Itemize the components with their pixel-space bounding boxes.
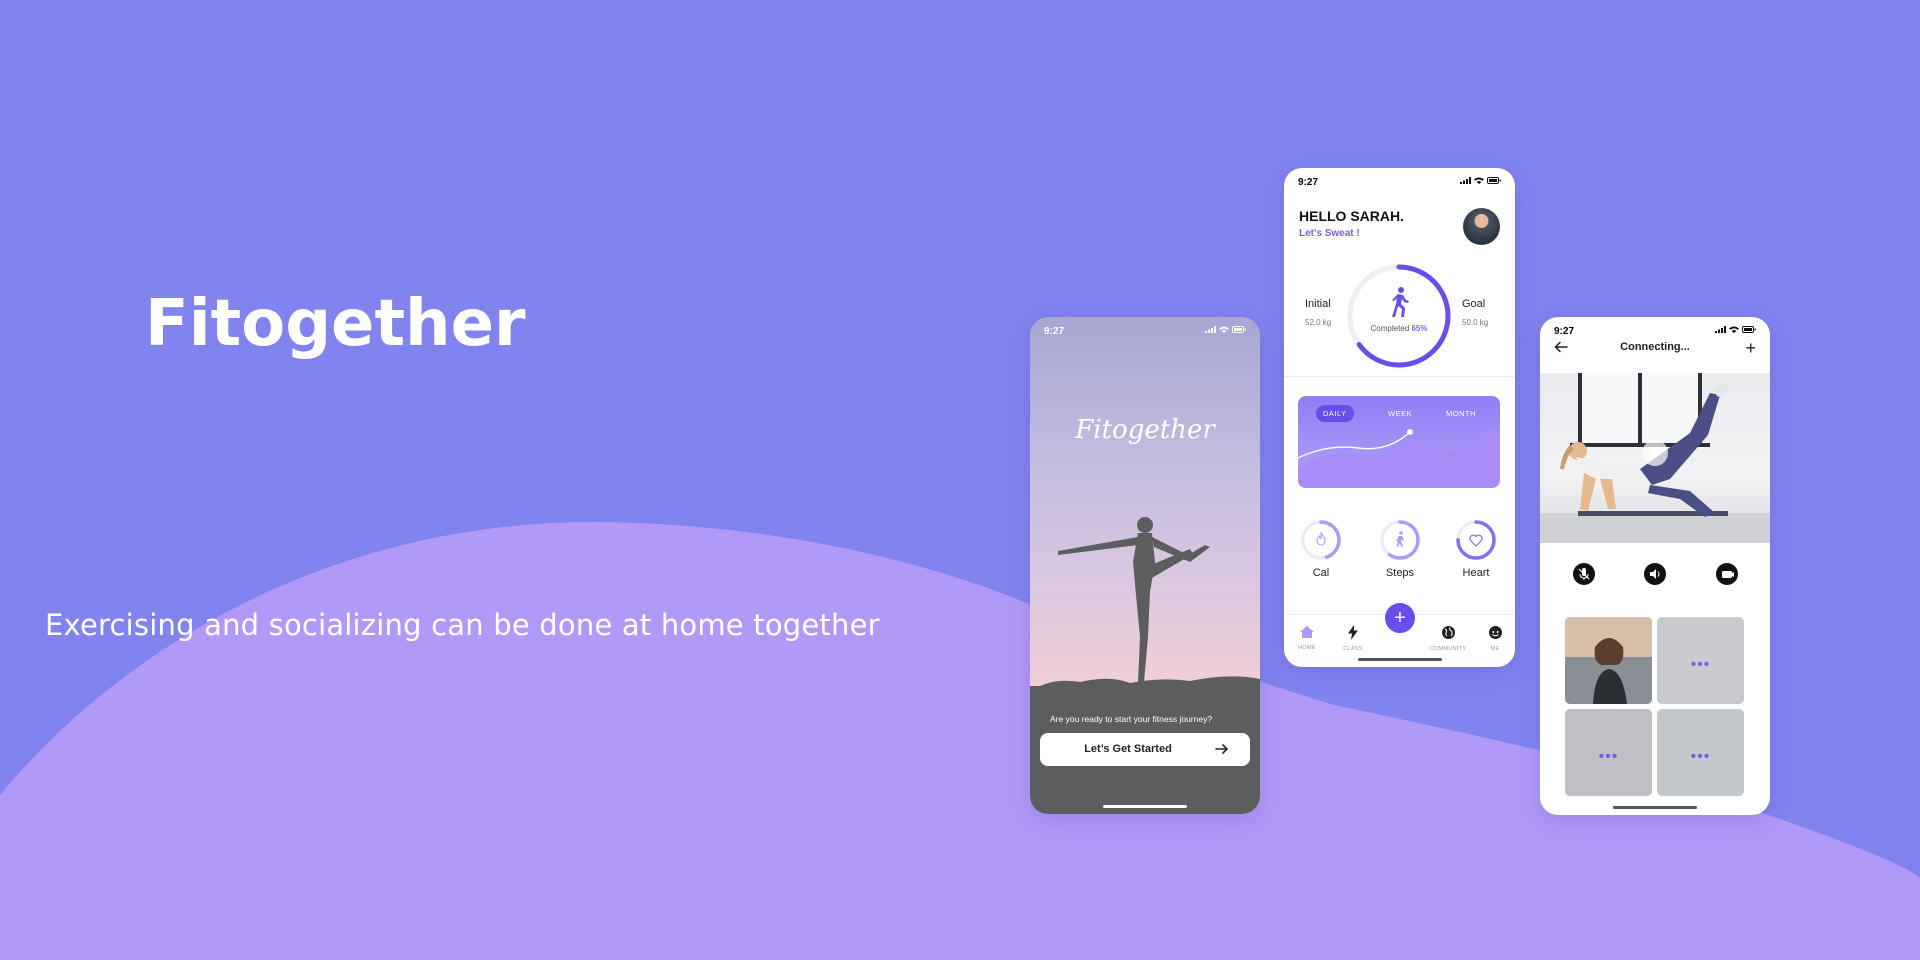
signal-icon <box>1460 177 1471 184</box>
hero-title: Fitogether <box>145 287 526 361</box>
loading-dots: ••• <box>1690 748 1711 765</box>
globe-icon <box>1441 626 1455 639</box>
home-indicator <box>1103 805 1187 808</box>
goal-weight-label: Goal <box>1462 298 1486 310</box>
metric-label-cal: Cal <box>1312 567 1330 579</box>
app-logo: Fitogether <box>1075 415 1215 445</box>
participant-tile-2[interactable]: ••• <box>1657 617 1744 704</box>
mic-off-icon <box>1578 568 1590 580</box>
participant-tile-self[interactable] <box>1565 617 1652 704</box>
progress-ring <box>1347 264 1451 368</box>
greeting: HELLO SARAH. <box>1299 208 1404 224</box>
tagline: Let's Sweat ! <box>1299 228 1360 239</box>
loading-dots: ••• <box>1598 748 1619 765</box>
nav-me[interactable]: ME <box>1475 625 1515 652</box>
activity-wave-chart <box>1298 424 1500 488</box>
heart-icon <box>1469 534 1483 547</box>
participant-tile-4[interactable]: ••• <box>1657 709 1744 796</box>
status-bar: 9:27 <box>1284 168 1515 190</box>
completion-text: Completed 65% <box>1370 324 1428 333</box>
camera-icon <box>1722 571 1734 578</box>
nav-community[interactable]: COMMUNITY <box>1428 625 1468 652</box>
nav-class[interactable]: CLASS <box>1333 625 1373 652</box>
goal-weight-value: 50.0 kg <box>1462 318 1489 327</box>
wifi-icon <box>1219 326 1229 333</box>
metric-heart[interactable]: Heart <box>1453 519 1499 579</box>
status-bar: 9:27 <box>1030 317 1260 339</box>
call-status-title: Connecting... <box>1620 341 1690 353</box>
status-time: 9:27 <box>1044 326 1065 337</box>
metric-ring-steps <box>1380 520 1420 560</box>
walk-icon <box>1396 531 1404 547</box>
nav-home-label: HOME <box>1298 645 1316 651</box>
get-started-label: Let’s Get Started <box>1084 743 1172 755</box>
initial-weight-label: Initial <box>1305 298 1331 310</box>
nav-community-label: COMMUNITY <box>1429 646 1467 652</box>
loading-dots: ••• <box>1690 656 1711 673</box>
bolt-icon <box>1348 625 1358 640</box>
mute-mic-button[interactable] <box>1573 563 1595 585</box>
add-participant-button[interactable]: + <box>1745 339 1756 357</box>
dashboard-screen: 9:27 HELLO SARAH. Let's Sweat ! Initial … <box>1284 168 1515 667</box>
status-bar: 9:27 <box>1540 317 1770 339</box>
wifi-icon <box>1474 177 1484 184</box>
metric-ring-cal <box>1301 520 1341 560</box>
battery-icon <box>1742 326 1756 333</box>
main-video[interactable] <box>1540 373 1770 543</box>
status-time: 9:27 <box>1554 326 1575 337</box>
battery-icon <box>1487 177 1501 184</box>
play-icon[interactable] <box>1641 439 1669 467</box>
nav-me-label: ME <box>1490 646 1500 652</box>
signal-icon <box>1205 326 1216 333</box>
flame-icon <box>1316 531 1326 546</box>
metric-ring-heart <box>1456 520 1496 560</box>
metric-cal[interactable]: Cal <box>1298 519 1344 579</box>
participant-tile-3[interactable]: ••• <box>1565 709 1652 796</box>
add-button[interactable]: + <box>1385 603 1415 633</box>
activity-card: DAILY WEEK MONTH <box>1298 396 1500 488</box>
metric-label-steps: Steps <box>1385 567 1415 579</box>
initial-weight-value: 52.0 kg <box>1305 318 1332 327</box>
nav-home[interactable]: HOME <box>1287 625 1327 651</box>
battery-icon <box>1232 326 1246 333</box>
camera-button[interactable] <box>1716 563 1738 585</box>
hero-subtitle: Exercising and socializing can be done a… <box>45 608 880 642</box>
status-time: 9:27 <box>1298 177 1319 188</box>
metric-steps[interactable]: Steps <box>1377 519 1423 579</box>
get-started-button[interactable]: Let’s Get Started <box>1040 733 1250 766</box>
arrow-right-icon <box>1215 744 1229 754</box>
home-indicator <box>1357 658 1442 661</box>
home-icon <box>1300 626 1314 638</box>
welcome-screen: 9:27 Fitogether Are you ready to start y… <box>1030 317 1260 814</box>
metric-label-heart: Heart <box>1462 567 1490 579</box>
speaker-icon <box>1650 569 1660 579</box>
completion-value: 65% <box>1411 324 1428 333</box>
home-indicator <box>1613 806 1697 809</box>
video-call-screen: 9:27 Connecting... + ••• ••• ••• <box>1540 317 1770 815</box>
yoga-silhouette <box>1030 517 1260 697</box>
face-icon <box>1488 626 1502 639</box>
avatar[interactable] <box>1463 208 1500 245</box>
runner-icon <box>1392 287 1409 317</box>
wifi-icon <box>1729 326 1739 333</box>
participant-photo <box>1565 617 1652 704</box>
divider <box>1284 376 1515 377</box>
signal-icon <box>1715 326 1726 333</box>
onboarding-question: Are you ready to start your fitness jour… <box>1050 714 1213 724</box>
speaker-button[interactable] <box>1644 563 1666 585</box>
nav-class-label: CLASS <box>1343 646 1363 652</box>
